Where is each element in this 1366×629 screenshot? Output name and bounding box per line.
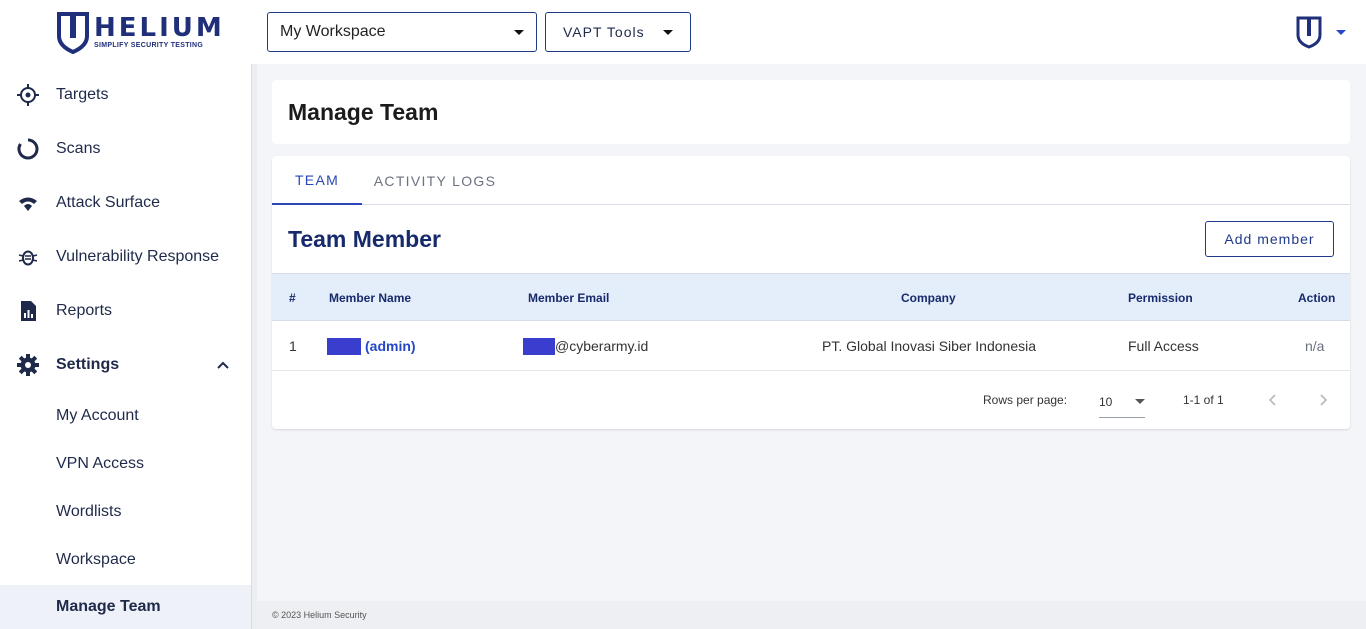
column-header-member-name[interactable]: Member Name bbox=[329, 274, 411, 322]
user-menu[interactable] bbox=[1296, 14, 1356, 50]
caret-down-icon bbox=[514, 29, 524, 35]
permission-cell: Full Access bbox=[1128, 338, 1199, 354]
sidebar-item-label: Scans bbox=[56, 140, 101, 157]
vapt-tools-label: VAPT Tools bbox=[563, 24, 645, 40]
column-header-permission[interactable]: Permission bbox=[1128, 274, 1193, 322]
team-card: TEAM ACTIVITY LOGS Team Member Add membe… bbox=[272, 156, 1350, 429]
table-row: 1 (admin) @cyberarmy.id PT. Global Inova… bbox=[272, 321, 1350, 371]
sidebar: Targets Scans Attack Surface Vulnerabili… bbox=[0, 64, 252, 629]
rows-per-page-value: 10 bbox=[1099, 394, 1113, 409]
sidebar-subitem-manage-team[interactable]: Manage Team bbox=[0, 585, 252, 629]
column-header-action[interactable]: Action bbox=[1298, 274, 1335, 322]
sidebar-item-label: Attack Surface bbox=[56, 194, 161, 211]
brand-tagline: SIMPLIFY SECURITY TESTING bbox=[94, 42, 204, 49]
sidebar-subitem-label: Workspace bbox=[56, 551, 136, 568]
footer: © 2023 Helium Security bbox=[257, 601, 1366, 629]
bug-icon bbox=[17, 246, 39, 268]
sidebar-item-attack-surface[interactable]: Attack Surface bbox=[0, 176, 252, 230]
wifi-icon bbox=[17, 192, 39, 214]
sidebar-subitem-my-account[interactable]: My Account bbox=[0, 394, 252, 438]
next-page-button[interactable] bbox=[1311, 388, 1335, 412]
sidebar-subitem-label: Manage Team bbox=[56, 598, 161, 615]
sidebar-subitem-workspace[interactable]: Workspace bbox=[0, 538, 252, 582]
helium-shield-icon bbox=[57, 12, 89, 54]
page-title-card: Manage Team bbox=[272, 80, 1350, 144]
caret-down-icon bbox=[663, 29, 673, 35]
action-cell: n/a bbox=[1305, 338, 1325, 354]
rows-per-page-select[interactable]: 10 bbox=[1099, 386, 1145, 418]
sidebar-item-label: Targets bbox=[56, 86, 109, 103]
member-name-cell: (admin) bbox=[327, 321, 416, 371]
tab-bar: TEAM ACTIVITY LOGS bbox=[272, 156, 1350, 205]
sidebar-item-vulnerability-response[interactable]: Vulnerability Response bbox=[0, 230, 252, 284]
gear-icon bbox=[17, 354, 39, 376]
member-email-domain: @cyberarmy.id bbox=[555, 338, 649, 354]
sidebar-subitem-label: VPN Access bbox=[56, 455, 145, 472]
sidebar-item-targets[interactable]: Targets bbox=[0, 68, 252, 122]
report-icon bbox=[17, 300, 39, 322]
rows-per-page-label: Rows per page: bbox=[983, 393, 1068, 407]
sidebar-item-reports[interactable]: Reports bbox=[0, 284, 252, 338]
sidebar-subitem-label: Wordlists bbox=[56, 503, 122, 520]
copyright-text: © 2023 Helium Security bbox=[272, 610, 367, 620]
scan-ring-icon bbox=[17, 138, 39, 160]
sidebar-subitem-label: My Account bbox=[56, 407, 139, 424]
member-email-cell: @cyberarmy.id bbox=[523, 321, 648, 371]
sidebar-item-label: Settings bbox=[56, 356, 120, 373]
sidebar-item-settings[interactable]: Settings bbox=[0, 338, 252, 392]
helium-shield-icon bbox=[1296, 16, 1322, 49]
pagination: Rows per page: 10 1-1 of 1 bbox=[272, 372, 1350, 429]
top-bar: HELIUM SIMPLIFY SECURITY TESTING My Work… bbox=[0, 0, 1366, 64]
row-index: 1 bbox=[289, 338, 297, 354]
sidebar-item-scans[interactable]: Scans bbox=[0, 122, 252, 176]
column-header-company[interactable]: Company bbox=[901, 274, 956, 322]
redacted-email bbox=[523, 337, 555, 355]
sidebar-scrollbar[interactable] bbox=[251, 64, 257, 629]
company-cell: PT. Global Inovasi Siber Indonesia bbox=[822, 338, 1037, 354]
sidebar-item-label: Vulnerability Response bbox=[56, 248, 220, 265]
table-header: # Member Name Member Email Company Permi… bbox=[272, 273, 1350, 321]
chevron-up-icon[interactable] bbox=[214, 356, 232, 374]
target-icon bbox=[17, 84, 39, 106]
pagination-range: 1-1 of 1 bbox=[1183, 393, 1224, 407]
chevron-right-icon bbox=[1320, 394, 1328, 406]
sidebar-item-label: Reports bbox=[56, 302, 113, 319]
column-header-member-email[interactable]: Member Email bbox=[528, 274, 609, 322]
chevron-left-icon bbox=[1268, 394, 1276, 406]
caret-down-icon bbox=[1336, 29, 1346, 35]
workspace-select-value: My Workspace bbox=[280, 23, 386, 40]
previous-page-button[interactable] bbox=[1261, 388, 1285, 412]
workspace-select[interactable]: My Workspace bbox=[267, 12, 537, 52]
brand-name: HELIUM bbox=[94, 13, 225, 43]
logo-text: HELIUM SIMPLIFY SECURITY TESTING bbox=[94, 15, 225, 49]
tab-team[interactable]: TEAM bbox=[272, 156, 362, 205]
section-title: Team Member bbox=[288, 226, 441, 252]
member-name-link[interactable]: (admin) bbox=[365, 338, 416, 354]
page-title: Manage Team bbox=[288, 99, 439, 125]
vapt-tools-button[interactable]: VAPT Tools bbox=[545, 12, 691, 52]
add-member-button[interactable]: Add member bbox=[1205, 221, 1334, 257]
tab-activity-logs[interactable]: ACTIVITY LOGS bbox=[362, 156, 508, 205]
column-header-index[interactable]: # bbox=[289, 274, 296, 322]
caret-down-icon bbox=[1135, 399, 1145, 404]
helium-logo[interactable]: HELIUM SIMPLIFY SECURITY TESTING bbox=[56, 10, 226, 54]
sidebar-subitem-vpn-access[interactable]: VPN Access bbox=[0, 442, 252, 486]
sidebar-subitem-wordlists[interactable]: Wordlists bbox=[0, 490, 252, 534]
redacted-name bbox=[327, 337, 361, 355]
